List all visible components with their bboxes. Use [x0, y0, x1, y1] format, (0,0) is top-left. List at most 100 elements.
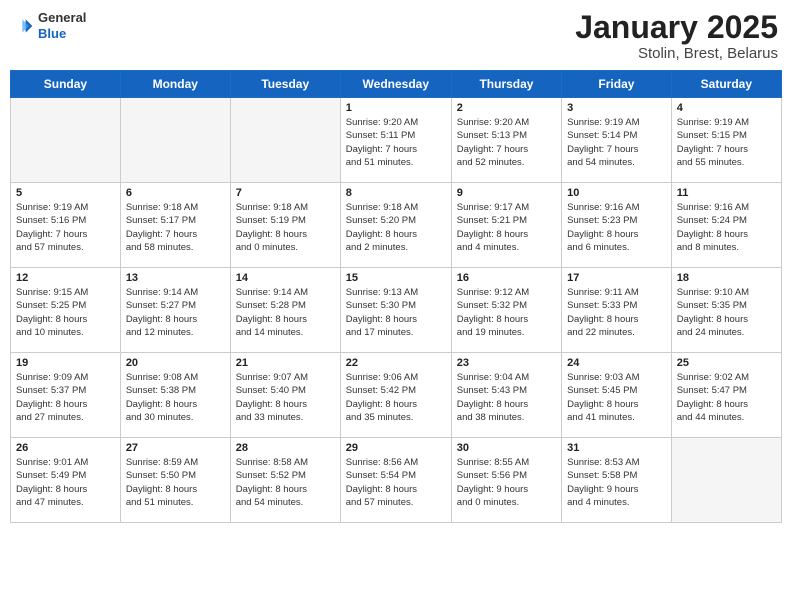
- calendar-cell: [11, 98, 121, 183]
- day-info: Sunrise: 9:20 AM Sunset: 5:13 PM Dayligh…: [457, 116, 556, 169]
- calendar-cell: 20 Sunrise: 9:08 AM Sunset: 5:38 PM Dayli…: [120, 353, 230, 438]
- calendar-cell: 30Sunrise: 8:55 AM Sunset: 5:56 PM Dayli…: [451, 438, 561, 523]
- day-info: Sunrise: 9:09 AM Sunset: 5:37 PM Dayligh…: [16, 371, 115, 424]
- day-info: Sunrise: 9:19 AM Sunset: 5:16 PM Dayligh…: [16, 201, 115, 254]
- day-number: 22: [346, 357, 446, 369]
- day-number: 17: [567, 272, 666, 284]
- calendar-cell: 7 Sunrise: 9:18 AM Sunset: 5:19 PM Daylig…: [230, 183, 340, 268]
- calendar-cell: 14Sunrise: 9:14 AM Sunset: 5:28 PM Dayli…: [230, 268, 340, 353]
- day-number: 23: [457, 357, 556, 369]
- week-row: 19 Sunrise: 9:09 AM Sunset: 5:37 PM Dayli…: [11, 353, 782, 438]
- calendar-cell: 8 Sunrise: 9:18 AM Sunset: 5:20 PM Daylig…: [340, 183, 451, 268]
- calendar-cell: 28 Sunrise: 8:58 AM Sunset: 5:52 PM Dayli…: [230, 438, 340, 523]
- day-info: Sunrise: 8:58 AM Sunset: 5:52 PM Dayligh…: [236, 456, 335, 509]
- calendar-cell: 24 Sunrise: 9:03 AM Sunset: 5:45 PM Dayli…: [562, 353, 672, 438]
- day-number: 13: [126, 272, 225, 284]
- day-info: Sunrise: 8:59 AM Sunset: 5:50 PM Dayligh…: [126, 456, 225, 509]
- calendar-cell: 26 Sunrise: 9:01 AM Sunset: 5:49 PM Dayli…: [11, 438, 121, 523]
- day-info: Sunrise: 9:18 AM Sunset: 5:20 PM Dayligh…: [346, 201, 446, 254]
- day-number: 2: [457, 102, 556, 114]
- calendar-cell: 9Sunrise: 9:17 AM Sunset: 5:21 PM Daylig…: [451, 183, 561, 268]
- day-info: Sunrise: 9:13 AM Sunset: 5:30 PM Dayligh…: [346, 286, 446, 339]
- logo-text: General Blue: [38, 10, 86, 41]
- day-number: 29: [346, 442, 446, 454]
- day-number: 12: [16, 272, 115, 284]
- logo: General Blue: [14, 10, 86, 41]
- week-row: 5 Sunrise: 9:19 AM Sunset: 5:16 PM Daylig…: [11, 183, 782, 268]
- day-info: Sunrise: 9:08 AM Sunset: 5:38 PM Dayligh…: [126, 371, 225, 424]
- calendar-title: January 2025: [575, 10, 778, 45]
- day-info: Sunrise: 9:19 AM Sunset: 5:14 PM Dayligh…: [567, 116, 666, 169]
- day-info: Sunrise: 9:18 AM Sunset: 5:19 PM Dayligh…: [236, 201, 335, 254]
- day-number: 11: [677, 187, 776, 199]
- weekday-header: Monday: [120, 71, 230, 98]
- day-info: Sunrise: 9:10 AM Sunset: 5:35 PM Dayligh…: [677, 286, 776, 339]
- day-info: Sunrise: 9:18 AM Sunset: 5:17 PM Dayligh…: [126, 201, 225, 254]
- logo-icon: [14, 16, 34, 36]
- calendar-cell: 13Sunrise: 9:14 AM Sunset: 5:27 PM Dayli…: [120, 268, 230, 353]
- weekday-header: Sunday: [11, 71, 121, 98]
- calendar-cell: 15 Sunrise: 9:13 AM Sunset: 5:30 PM Dayli…: [340, 268, 451, 353]
- day-number: 5: [16, 187, 115, 199]
- day-number: 24: [567, 357, 666, 369]
- day-info: Sunrise: 9:01 AM Sunset: 5:49 PM Dayligh…: [16, 456, 115, 509]
- weekday-header-row: SundayMondayTuesdayWednesdayThursdayFrid…: [11, 71, 782, 98]
- day-number: 28: [236, 442, 335, 454]
- day-number: 31: [567, 442, 666, 454]
- calendar-cell: [230, 98, 340, 183]
- calendar-cell: 1Sunrise: 9:20 AM Sunset: 5:11 PM Daylig…: [340, 98, 451, 183]
- day-info: Sunrise: 9:03 AM Sunset: 5:45 PM Dayligh…: [567, 371, 666, 424]
- weekday-header: Saturday: [671, 71, 781, 98]
- day-number: 20: [126, 357, 225, 369]
- day-number: 6: [126, 187, 225, 199]
- calendar-cell: [671, 438, 781, 523]
- title-section: January 2025 Stolin, Brest, Belarus: [575, 10, 778, 62]
- day-info: Sunrise: 9:16 AM Sunset: 5:23 PM Dayligh…: [567, 201, 666, 254]
- day-info: Sunrise: 9:20 AM Sunset: 5:11 PM Dayligh…: [346, 116, 446, 169]
- day-number: 7: [236, 187, 335, 199]
- day-info: Sunrise: 9:16 AM Sunset: 5:24 PM Dayligh…: [677, 201, 776, 254]
- day-info: Sunrise: 9:15 AM Sunset: 5:25 PM Dayligh…: [16, 286, 115, 339]
- day-info: Sunrise: 9:19 AM Sunset: 5:15 PM Dayligh…: [677, 116, 776, 169]
- day-info: Sunrise: 9:12 AM Sunset: 5:32 PM Dayligh…: [457, 286, 556, 339]
- calendar-cell: 31 Sunrise: 8:53 AM Sunset: 5:58 PM Dayli…: [562, 438, 672, 523]
- day-number: 25: [677, 357, 776, 369]
- day-number: 4: [677, 102, 776, 114]
- calendar-cell: 23Sunrise: 9:04 AM Sunset: 5:43 PM Dayli…: [451, 353, 561, 438]
- calendar-cell: 18Sunrise: 9:10 AM Sunset: 5:35 PM Dayli…: [671, 268, 781, 353]
- weekday-header: Tuesday: [230, 71, 340, 98]
- calendar-cell: 11 Sunrise: 9:16 AM Sunset: 5:24 PM Dayli…: [671, 183, 781, 268]
- logo-line1: General: [38, 10, 86, 26]
- weekday-header: Friday: [562, 71, 672, 98]
- calendar-cell: 25 Sunrise: 9:02 AM Sunset: 5:47 PM Dayli…: [671, 353, 781, 438]
- day-number: 27: [126, 442, 225, 454]
- day-info: Sunrise: 8:53 AM Sunset: 5:58 PM Dayligh…: [567, 456, 666, 509]
- calendar-cell: 10 Sunrise: 9:16 AM Sunset: 5:23 PM Dayli…: [562, 183, 672, 268]
- day-number: 26: [16, 442, 115, 454]
- day-info: Sunrise: 9:11 AM Sunset: 5:33 PM Dayligh…: [567, 286, 666, 339]
- day-number: 3: [567, 102, 666, 114]
- calendar-cell: 16 Sunrise: 9:12 AM Sunset: 5:32 PM Dayli…: [451, 268, 561, 353]
- day-info: Sunrise: 9:17 AM Sunset: 5:21 PM Dayligh…: [457, 201, 556, 254]
- day-number: 16: [457, 272, 556, 284]
- day-number: 19: [16, 357, 115, 369]
- logo-line2: Blue: [38, 26, 86, 42]
- day-info: Sunrise: 9:14 AM Sunset: 5:28 PM Dayligh…: [236, 286, 335, 339]
- calendar-cell: 17 Sunrise: 9:11 AM Sunset: 5:33 PM Dayli…: [562, 268, 672, 353]
- calendar-cell: 4 Sunrise: 9:19 AM Sunset: 5:15 PM Daylig…: [671, 98, 781, 183]
- day-number: 8: [346, 187, 446, 199]
- calendar-cell: 19 Sunrise: 9:09 AM Sunset: 5:37 PM Dayli…: [11, 353, 121, 438]
- calendar-cell: 5 Sunrise: 9:19 AM Sunset: 5:16 PM Daylig…: [11, 183, 121, 268]
- day-number: 15: [346, 272, 446, 284]
- day-number: 21: [236, 357, 335, 369]
- calendar-cell: 12 Sunrise: 9:15 AM Sunset: 5:25 PM Dayli…: [11, 268, 121, 353]
- day-info: Sunrise: 9:07 AM Sunset: 5:40 PM Dayligh…: [236, 371, 335, 424]
- day-number: 10: [567, 187, 666, 199]
- day-info: Sunrise: 8:55 AM Sunset: 5:56 PM Dayligh…: [457, 456, 556, 509]
- page-header: General Blue January 2025 Stolin, Brest,…: [10, 10, 782, 62]
- week-row: 1Sunrise: 9:20 AM Sunset: 5:11 PM Daylig…: [11, 98, 782, 183]
- day-info: Sunrise: 9:02 AM Sunset: 5:47 PM Dayligh…: [677, 371, 776, 424]
- calendar-cell: 3 Sunrise: 9:19 AM Sunset: 5:14 PM Daylig…: [562, 98, 672, 183]
- calendar-cell: 6 Sunrise: 9:18 AM Sunset: 5:17 PM Daylig…: [120, 183, 230, 268]
- calendar-subtitle: Stolin, Brest, Belarus: [575, 45, 778, 62]
